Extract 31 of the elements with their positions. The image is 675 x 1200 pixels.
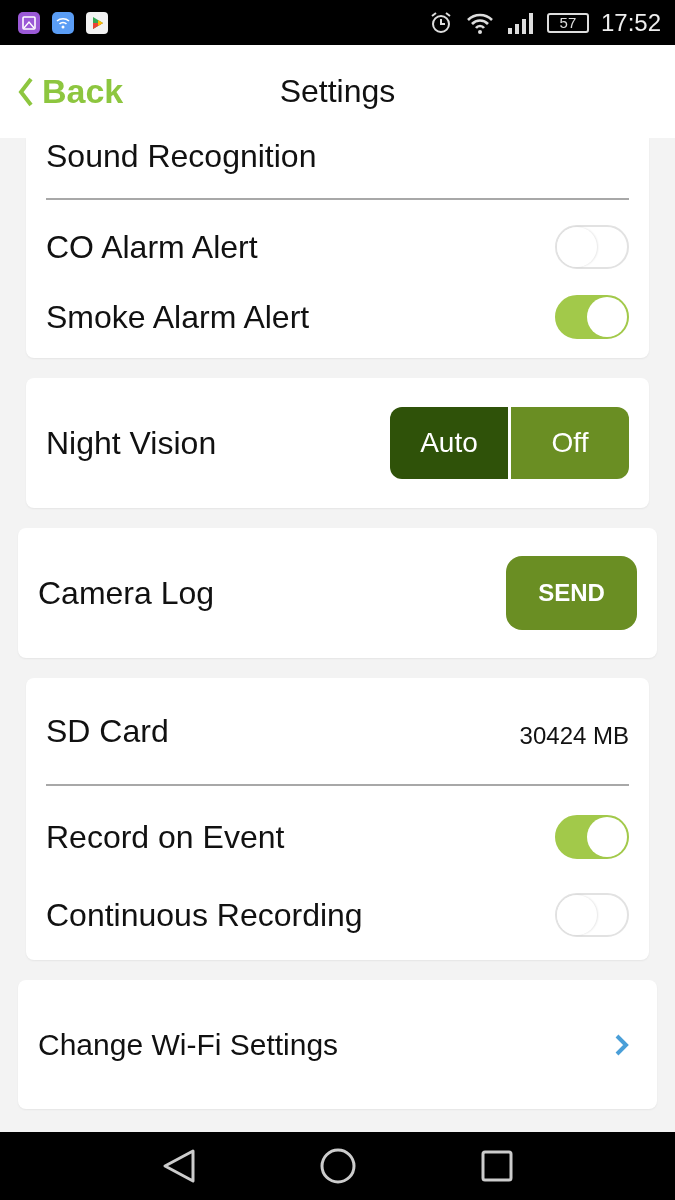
back-button[interactable]: Back bbox=[18, 72, 124, 111]
wifi-app-icon bbox=[52, 11, 74, 34]
setting-label: Record on Event bbox=[46, 818, 285, 856]
storage-value: 30424 MB bbox=[519, 722, 629, 750]
segment-option[interactable]: Auto bbox=[390, 407, 508, 479]
recents-nav-icon[interactable] bbox=[480, 1150, 513, 1182]
setting-label: Sound Recognition bbox=[46, 138, 317, 175]
battery-icon: 57 bbox=[546, 12, 589, 33]
back-nav-icon[interactable] bbox=[162, 1148, 197, 1184]
setting-label: Night Vision bbox=[46, 424, 217, 462]
toggle-switch[interactable] bbox=[555, 295, 629, 339]
page-title: Settings bbox=[279, 73, 396, 109]
setting-label: Continuous Recording bbox=[46, 896, 363, 934]
setting-label: SD Card bbox=[46, 712, 169, 750]
clock-time: 17:52 bbox=[600, 8, 661, 37]
gallery-app-icon bbox=[18, 11, 40, 34]
home-nav-icon[interactable] bbox=[320, 1148, 357, 1184]
signal-icon bbox=[506, 11, 535, 34]
toggle-switch[interactable] bbox=[555, 893, 629, 937]
setting-label: Smoke Alarm Alert bbox=[46, 298, 310, 336]
toggle-switch[interactable] bbox=[555, 225, 629, 269]
settings-link[interactable]: Change Wi-Fi Settings bbox=[38, 980, 657, 1109]
link-label: Change Wi-Fi Settings bbox=[38, 1027, 339, 1062]
chevron-left-icon bbox=[18, 76, 34, 107]
segment-option[interactable]: Off bbox=[511, 407, 629, 479]
toggle-switch[interactable] bbox=[555, 815, 629, 859]
setting-label: CO Alarm Alert bbox=[46, 228, 258, 266]
play-store-icon bbox=[86, 11, 108, 34]
setting-label: Camera Log bbox=[38, 574, 215, 612]
send-button[interactable]: SEND bbox=[506, 556, 637, 630]
chevron-right-icon bbox=[615, 1033, 629, 1056]
